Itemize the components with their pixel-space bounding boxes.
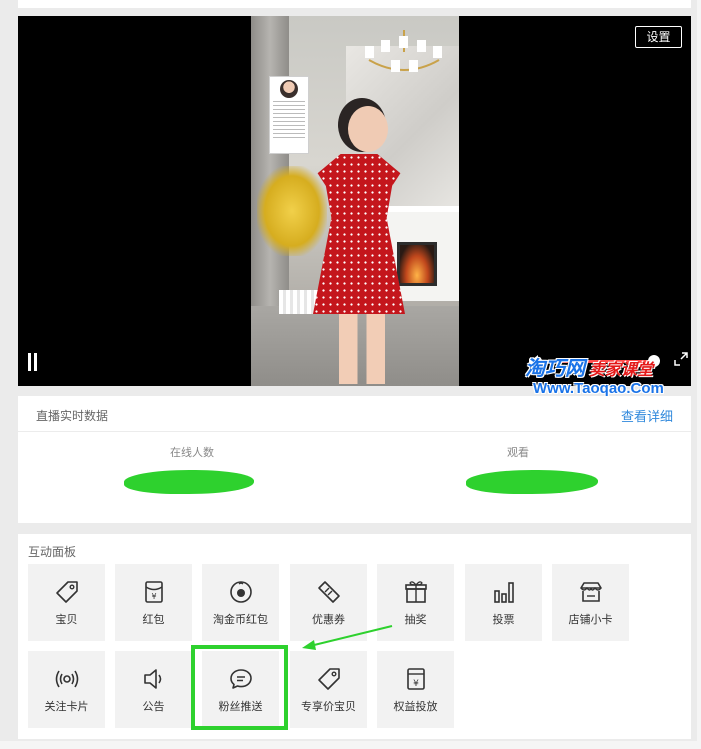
coin-envelope-icon [229, 580, 252, 603]
speaker-icon [143, 668, 161, 689]
panel-title: 互动面板 [28, 545, 77, 559]
view-details-link[interactable]: 查看详细 [621, 406, 673, 425]
svg-text:¥: ¥ [413, 679, 419, 689]
online-count-label: 在线人数 [170, 446, 214, 459]
highlight-box [191, 645, 288, 730]
settings-button[interactable]: 设置 [635, 26, 682, 48]
tag-icon [317, 667, 340, 690]
live-video-frame [251, 16, 459, 386]
video-chandelier [365, 30, 442, 72]
panel-item-shop-card[interactable]: 店铺小卡 [552, 564, 629, 641]
panel-item-follow-card[interactable]: 关注卡片 [28, 651, 105, 728]
panel-item-label: 投票 [492, 612, 515, 626]
gift-icon [404, 580, 427, 603]
panel-item-vote[interactable]: 投票 [465, 564, 542, 641]
coupon-icon [317, 580, 340, 603]
broadcast-icon [55, 670, 78, 687]
bar-chart-icon [493, 581, 514, 603]
name-card-lines [273, 101, 305, 139]
fullscreen-icon[interactable] [674, 352, 688, 366]
panel-item-label: 宝贝 [55, 612, 78, 626]
panel-item-label: 公告 [142, 699, 165, 713]
panel-item-label: 权益投放 [393, 699, 438, 713]
volume-slider-handle[interactable] [648, 355, 660, 367]
panel-item-red-envelope[interactable]: ¥ 红包 [115, 564, 192, 641]
views-label: 观看 [507, 446, 529, 459]
red-envelope-icon: ¥ [144, 580, 163, 603]
panel-item-product[interactable]: 宝贝 [28, 564, 105, 641]
panel-item-label: 红包 [142, 612, 165, 626]
panel-item-label: 淘金币红包 [213, 612, 268, 626]
volume-slider-track[interactable] [548, 360, 658, 363]
panel-item-announcement[interactable]: 公告 [115, 651, 192, 728]
panel-item-label: 关注卡片 [44, 699, 89, 713]
name-card-avatar [280, 80, 298, 98]
tag-icon [55, 580, 78, 603]
online-count-redaction [124, 470, 254, 494]
panel-item-benefit-delivery[interactable]: ¥ 权益投放 [377, 651, 454, 728]
green-arrow-icon [302, 625, 393, 650]
pause-icon[interactable] [27, 353, 39, 371]
panel-item-coin-envelope[interactable]: 淘金币红包 [202, 564, 279, 641]
live-stats-card: 直播实时数据 查看详细 在线人数 观看 [18, 396, 691, 523]
video-name-card [269, 76, 309, 154]
panel-item-exclusive-price-product[interactable]: 专享价宝贝 [290, 651, 367, 728]
views-redaction [466, 470, 598, 494]
video-person-legs [339, 312, 385, 384]
panel-item-label: 抽奖 [404, 612, 427, 626]
video-fire [397, 242, 437, 286]
panel-item-label: 店铺小卡 [568, 612, 613, 626]
bottom-strip [0, 741, 701, 749]
live-video-player[interactable]: 设置 [18, 16, 691, 386]
shop-icon [579, 581, 602, 602]
panel-item-label: 专享价宝贝 [301, 699, 356, 713]
right-edge [697, 0, 701, 749]
top-strip [18, 0, 691, 8]
video-gold-plant [257, 166, 327, 256]
stats-title: 直播实时数据 [36, 409, 109, 423]
svg-text:¥: ¥ [151, 592, 156, 601]
video-person-head [348, 106, 388, 152]
stats-divider [18, 431, 691, 432]
volume-icon[interactable] [527, 353, 545, 371]
yen-box-icon: ¥ [406, 667, 425, 690]
